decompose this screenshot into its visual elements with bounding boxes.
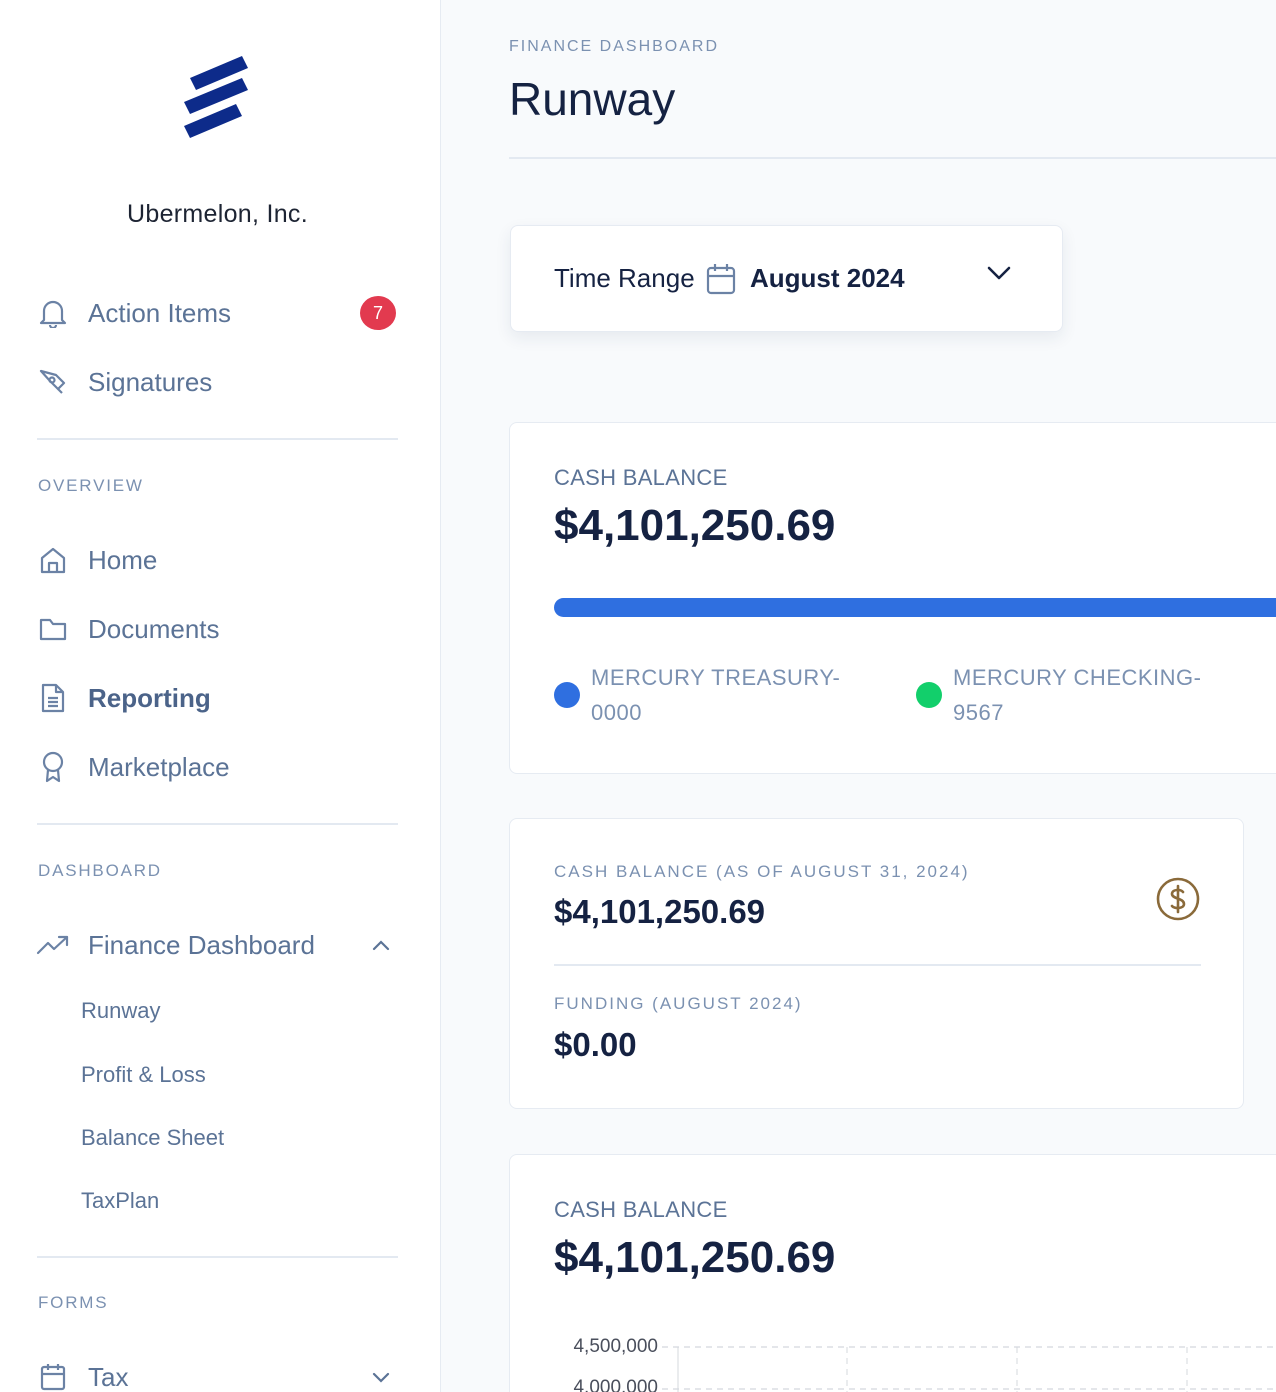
legend-line: 9567 — [953, 700, 1004, 725]
cash-balance-amount: $4,101,250.69 — [554, 501, 836, 550]
legend-label-checking: MERCURY CHECKING- 9567 — [953, 660, 1202, 730]
sidebar-item-label: Marketplace — [88, 751, 230, 782]
summary-divider — [554, 964, 1201, 966]
sidebar: Ubermelon, Inc. Action Items 7 Signature… — [0, 0, 441, 1392]
sidebar-item-reporting[interactable]: Reporting — [36, 674, 396, 722]
card-caption: CASH BALANCE — [554, 465, 728, 490]
legend-line: MERCURY TREASURY- — [591, 665, 841, 690]
funding-caption: FUNDING (AUGUST 2024) — [554, 994, 803, 1013]
cash-balance-card: CASH BALANCE $4,101,250.69 MERCURY TREAS… — [509, 422, 1276, 774]
company-name: Ubermelon, Inc. — [127, 200, 308, 228]
sidebar-item-label: Documents — [88, 613, 220, 644]
sidebar-item-label: Home — [88, 544, 158, 575]
home-icon — [36, 543, 70, 577]
sidebar-item-documents[interactable]: Documents — [36, 605, 396, 653]
time-range-dropdown[interactable]: Time Range August 2024 — [510, 225, 1063, 332]
funding-amount: $0.00 — [554, 1026, 637, 1063]
chevron-down-icon[interactable] — [370, 1366, 392, 1388]
bell-icon — [36, 296, 70, 330]
sidebar-divider — [37, 438, 398, 440]
header-divider — [509, 157, 1276, 159]
award-ribbon-icon — [36, 750, 70, 784]
section-label-forms: FORMS — [38, 1293, 109, 1312]
sidebar-item-label: Finance Dashboard — [88, 929, 315, 960]
sidebar-item-label: Tax — [88, 1361, 129, 1392]
legend-line: MERCURY CHECKING- — [953, 665, 1202, 690]
balance-as-of-caption: CASH BALANCE (AS OF AUGUST 31, 2024) — [554, 862, 970, 881]
time-range-label: Time Range — [554, 263, 695, 293]
breadcrumb: FINANCE DASHBOARD — [509, 38, 720, 55]
sidebar-item-finance-dashboard[interactable]: Finance Dashboard — [36, 921, 396, 969]
chevron-up-icon[interactable] — [370, 934, 392, 956]
sidebar-subitem-profit-loss[interactable]: Profit & Loss — [81, 1062, 206, 1088]
calendar-icon — [36, 1360, 70, 1392]
chart-balance-amount: $4,101,250.69 — [554, 1233, 836, 1282]
sidebar-divider — [37, 1256, 398, 1258]
sidebar-item-label: Action Items — [88, 297, 232, 328]
time-range-value: August 2024 — [750, 263, 905, 293]
balance-distribution-bar — [554, 598, 1276, 617]
legend-dot-treasury — [554, 682, 580, 708]
cash-balance-chart-card: CASH BALANCE $4,101,250.69 4,500,000 4,0… — [509, 1154, 1276, 1392]
sidebar-item-signatures[interactable]: Signatures — [36, 358, 396, 406]
trending-up-icon — [36, 928, 70, 962]
sidebar-item-label: Signatures — [88, 366, 213, 397]
document-report-icon — [36, 681, 70, 715]
sidebar-subitem-balance-sheet[interactable]: Balance Sheet — [81, 1125, 224, 1151]
folder-icon — [36, 612, 70, 646]
y-axis-tick-label: 4,000,000 — [573, 1377, 658, 1392]
sidebar-item-label: Reporting — [88, 682, 211, 713]
legend-line: 0000 — [591, 700, 642, 725]
chart-grid — [662, 1346, 1276, 1392]
balance-as-of-amount: $4,101,250.69 — [554, 893, 766, 930]
dollar-circle-icon — [1156, 877, 1200, 921]
sidebar-item-marketplace[interactable]: Marketplace — [36, 743, 396, 791]
section-label-overview: OVERVIEW — [38, 476, 144, 495]
notification-badge: 7 — [360, 296, 396, 330]
sidebar-item-home[interactable]: Home — [36, 536, 396, 584]
sidebar-divider — [37, 823, 398, 825]
card-caption: CASH BALANCE — [554, 1197, 728, 1222]
legend-label-treasury: MERCURY TREASURY- 0000 — [591, 660, 840, 730]
summary-card: CASH BALANCE (AS OF AUGUST 31, 2024) $4,… — [509, 818, 1244, 1109]
page-title: Runway — [509, 73, 676, 125]
section-label-dashboard: DASHBOARD — [38, 861, 162, 880]
chevron-down-icon — [987, 266, 1011, 280]
y-axis-tick-label: 4,500,000 — [573, 1336, 658, 1357]
sidebar-subitem-runway[interactable]: Runway — [81, 998, 160, 1024]
sidebar-item-action-items[interactable]: Action Items 7 — [36, 289, 396, 337]
legend-dot-checking — [916, 682, 942, 708]
pen-tool-icon — [36, 365, 70, 399]
calendar-icon — [706, 264, 736, 295]
sidebar-subitem-taxplan[interactable]: TaxPlan — [81, 1188, 159, 1214]
sidebar-item-tax[interactable]: Tax — [36, 1353, 396, 1392]
company-logo — [184, 56, 248, 138]
